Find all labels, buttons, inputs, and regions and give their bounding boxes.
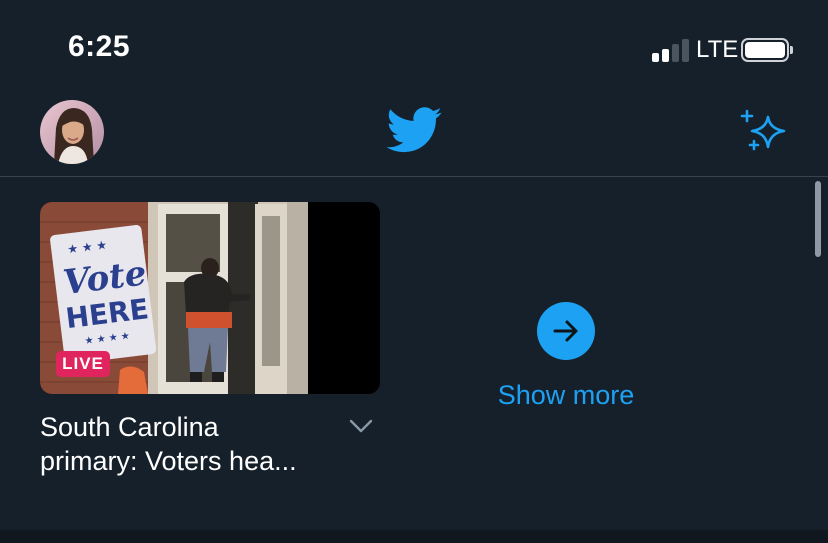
show-more-button[interactable]	[537, 302, 595, 360]
profile-avatar[interactable]	[40, 100, 104, 164]
scrollbar[interactable]	[815, 181, 821, 257]
avatar-photo	[40, 100, 104, 164]
chevron-down-icon[interactable]	[349, 418, 373, 434]
cellular-signal-icon	[652, 38, 692, 62]
twitter-bird-icon[interactable]	[386, 107, 443, 153]
sparkle-icon[interactable]	[738, 107, 790, 155]
live-video-card[interactable]: ★ ★ ★ Vote HERE ★ ★ ★ ★ LIVE	[40, 202, 380, 394]
show-more-link[interactable]: Show more	[480, 380, 652, 411]
battery-icon	[741, 38, 793, 62]
card-title-line2: primary: Voters hea...	[40, 446, 297, 476]
live-badge: LIVE	[56, 351, 110, 377]
network-type: LTE	[696, 36, 739, 63]
status-time: 6:25	[68, 30, 131, 63]
status-bar: 6:25 LTE	[0, 0, 828, 95]
card-title[interactable]: South Carolina primary: Voters hea...	[40, 410, 340, 478]
arrow-right-icon	[553, 320, 578, 342]
card-title-line1: South Carolina	[40, 412, 219, 442]
section-divider	[0, 530, 828, 543]
top-nav-bar	[0, 95, 828, 177]
